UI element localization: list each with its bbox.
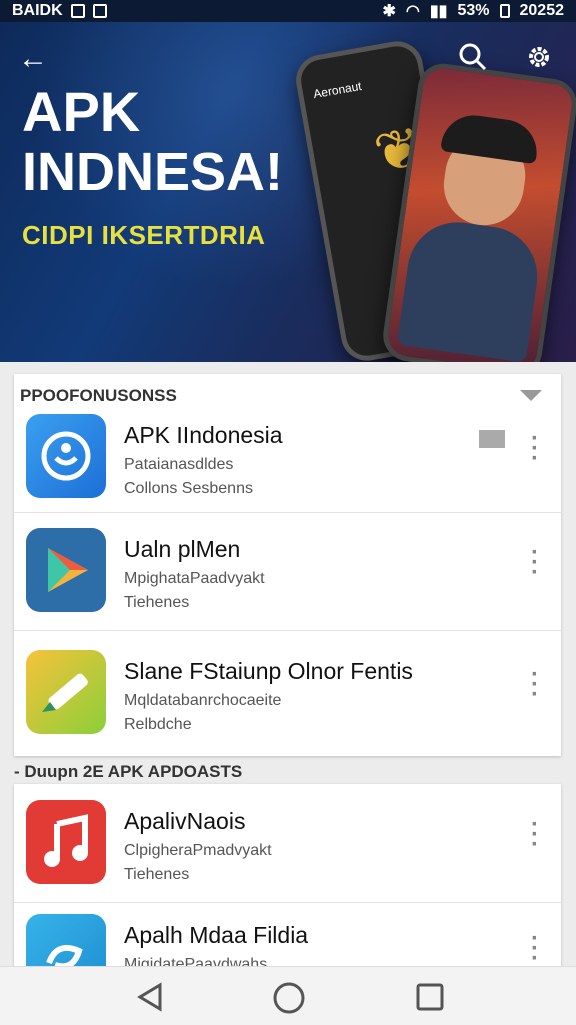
swirl-icon — [26, 914, 106, 966]
app-subtitle: ClpigheraPmadvyakt — [124, 842, 272, 859]
pencil-icon — [26, 650, 106, 734]
app-meta: Tiehenes — [124, 594, 190, 611]
status-left-text: BAIDK — [12, 2, 63, 19]
more-options-icon[interactable]: · · · — [531, 427, 539, 471]
section-title-apps: - Duupn 2E APK APDOASTS — [14, 762, 243, 781]
image-notification-icon — [70, 4, 85, 18]
gear-icon[interactable] — [524, 42, 554, 72]
battery-text: 53% — [457, 2, 490, 19]
hero-title-line2: INDNESA! — [22, 142, 284, 202]
music-icon — [26, 800, 106, 884]
hero-title-line1: APK — [22, 80, 141, 143]
square-badge-icon — [479, 430, 505, 448]
app-title: Apalh Mdaa Fildia — [124, 922, 309, 948]
app-title: Slane FStaiunp Olnor Fentis — [124, 658, 413, 684]
app-subtitle: MpighataPaadvyakt — [124, 570, 265, 587]
divider — [14, 630, 561, 631]
back-nav-icon[interactable] — [134, 981, 166, 1018]
hero-banner: ← APK INDNESA! CIDPI IKSERTDRIA Aeronaut… — [0, 22, 576, 362]
app-title: APK IIndonesia — [124, 422, 283, 448]
list-item[interactable]: Slane FStaiunp Olnor Fentis Mqldatabanrc… — [14, 636, 561, 754]
status-bar: BAIDK ✱ ◠ ▮▮ 53% 20252 — [0, 0, 576, 22]
section-title-promotions: PPOOFONUSONSS — [20, 386, 177, 405]
phone-caption: Aeronaut — [312, 78, 363, 102]
dropdown-triangle-icon[interactable] — [520, 390, 542, 401]
play-icon — [26, 528, 106, 612]
app-subtitle: MigidatePaavdwahs — [124, 956, 268, 966]
more-options-icon[interactable]: · · · — [531, 541, 539, 585]
app-title: ApalivNaois — [124, 808, 246, 834]
home-nav-icon[interactable] — [272, 981, 306, 1020]
bluetooth-icon: ✱ — [382, 3, 396, 20]
app-meta: Collons Sesbenns — [124, 480, 253, 497]
more-options-icon[interactable]: · · · — [531, 663, 539, 707]
battery-icon — [499, 4, 510, 18]
clock: 20252 — [519, 2, 565, 19]
app-meta: Relbdche — [124, 716, 192, 733]
list-item[interactable]: APK IIndonesia Pataianasdldes Collons Se… — [14, 400, 561, 518]
list-item[interactable]: ApalivNaois ClpigheraPmadvyakt Tiehenes … — [14, 786, 561, 904]
signal-icon: ▮▮ — [429, 3, 448, 20]
app-meta: Tiehenes — [124, 866, 190, 883]
search-icon[interactable] — [458, 42, 488, 72]
app-title: Ualn plMen — [124, 536, 241, 562]
person-body — [396, 215, 544, 362]
back-arrow-icon[interactable]: ← — [18, 42, 48, 76]
app-subtitle: Pataianasdldes — [124, 456, 234, 473]
sync-icon — [26, 414, 106, 498]
list-item[interactable]: Ualn plMen MpighataPaadvyakt Tiehenes · ·… — [14, 514, 561, 632]
hero-subtitle: CIDPI IKSERTDRIA — [22, 220, 266, 250]
more-options-icon[interactable]: · · · — [531, 927, 539, 967]
divider — [14, 512, 561, 513]
more-options-icon[interactable]: · · · — [531, 813, 539, 857]
list-item[interactable]: Apalh Mdaa Fildia MigidatePaavdwahs · · · — [14, 900, 561, 966]
app-subtitle: Mqldatabanrchocaeite — [124, 692, 282, 709]
wifi-icon: ◠ — [405, 3, 420, 20]
recents-nav-icon[interactable] — [414, 981, 446, 1018]
phone-notification-icon — [92, 4, 107, 18]
navigation-bar — [0, 966, 576, 1025]
